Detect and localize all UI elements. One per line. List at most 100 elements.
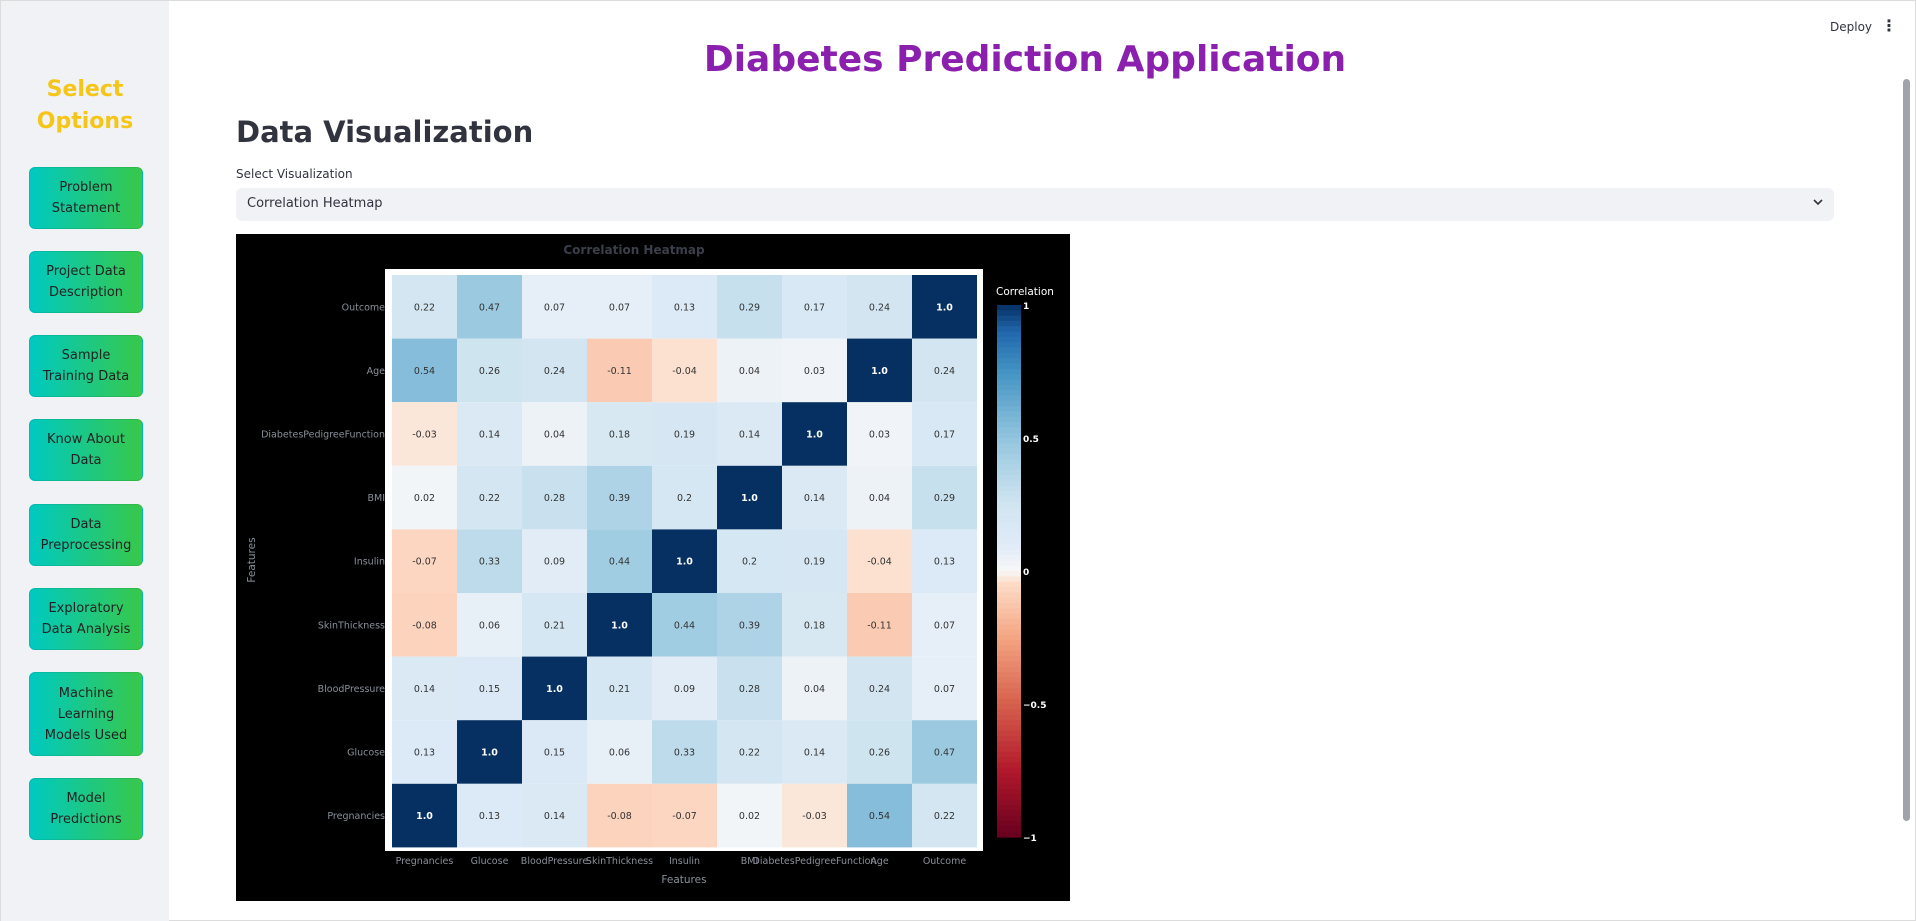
colorbar-segment bbox=[997, 672, 1021, 678]
colorbar-segment bbox=[997, 464, 1021, 471]
colorbar-segment bbox=[997, 443, 1021, 450]
app-window: Select Options Problem Statement Project… bbox=[0, 0, 1916, 921]
heatmap-cell-label: -0.11 bbox=[867, 620, 892, 631]
heatmap-cell-label: 1.0 bbox=[416, 811, 433, 822]
heatmap-cell-label: 0.22 bbox=[479, 493, 500, 504]
x-axis-title: Features bbox=[661, 874, 706, 886]
colorbar-segment bbox=[997, 634, 1021, 641]
colorbar-segment bbox=[997, 693, 1021, 700]
colorbar-segment bbox=[997, 379, 1021, 386]
heatmap-cell-label: 0.54 bbox=[869, 811, 890, 822]
colorbar-segment bbox=[997, 645, 1021, 652]
colorbar-segment bbox=[997, 438, 1021, 444]
heatmap-cell-label: -0.07 bbox=[412, 557, 437, 568]
colorbar-segment bbox=[997, 384, 1021, 391]
y-tick-label: BloodPressure bbox=[318, 684, 386, 695]
colorbar-segment bbox=[997, 581, 1021, 588]
heatmap-cell-label: 0.06 bbox=[479, 620, 500, 631]
sidebar-item-data-preprocessing[interactable]: Data Preprocessing bbox=[29, 504, 143, 566]
colorbar-segment bbox=[997, 331, 1021, 338]
heatmap-cell-label: 0.24 bbox=[544, 366, 565, 377]
section-title: Data Visualization bbox=[236, 115, 534, 149]
colorbar-segment bbox=[997, 810, 1021, 817]
main-scrollbar[interactable] bbox=[1903, 79, 1910, 821]
sidebar-item-model-predictions[interactable]: Model Predictions bbox=[29, 778, 143, 840]
colorbar-segment bbox=[997, 789, 1021, 796]
sidebar-item-sample-training-data[interactable]: Sample Training Data bbox=[29, 335, 143, 397]
colorbar-segment bbox=[997, 448, 1021, 455]
colorbar-segment bbox=[997, 374, 1021, 381]
heatmap-cell-label: 0.07 bbox=[544, 302, 565, 313]
colorbar-segment bbox=[997, 512, 1021, 519]
heatmap-cell-label: -0.03 bbox=[802, 811, 827, 822]
colorbar-segment bbox=[997, 783, 1021, 790]
heatmap-cell-label: 0.28 bbox=[544, 493, 565, 504]
colorbar-segment bbox=[997, 586, 1021, 593]
heatmap-cell-label: 0.39 bbox=[609, 493, 630, 504]
colorbar-segment bbox=[997, 539, 1021, 545]
heatmap-cell-label: 0.26 bbox=[479, 366, 500, 377]
heatmap-cell-label: 1.0 bbox=[806, 430, 823, 441]
heatmap-cell-label: 0.44 bbox=[674, 620, 695, 631]
sidebar-item-project-data-description[interactable]: Project Data Description bbox=[29, 251, 143, 313]
heatmap-cell-label: 0.15 bbox=[479, 684, 500, 695]
colorbar-segment bbox=[997, 416, 1021, 423]
colorbar-segment bbox=[997, 469, 1021, 476]
sidebar-item-know-about-data[interactable]: Know About Data bbox=[29, 419, 143, 481]
colorbar-segment bbox=[997, 411, 1021, 418]
heatmap-cell-label: 0.19 bbox=[674, 430, 695, 441]
vertical-dots-icon[interactable]: ⋮ bbox=[1881, 16, 1897, 35]
sidebar-item-machine-learning-models[interactable]: Machine Learning Models Used bbox=[29, 672, 143, 756]
colorbar-segment bbox=[997, 571, 1021, 577]
colorbar-segment bbox=[997, 597, 1021, 604]
x-tick-label: Outcome bbox=[923, 856, 967, 867]
heatmap-cell-label: 0.14 bbox=[804, 493, 825, 504]
heatmap-cell-label: 0.14 bbox=[544, 811, 565, 822]
deploy-button[interactable]: Deploy bbox=[1830, 20, 1872, 34]
colorbar-segment bbox=[997, 406, 1021, 412]
heatmap-cell-label: 0.33 bbox=[479, 557, 500, 568]
heatmap-cell-label: 0.24 bbox=[869, 684, 890, 695]
heatmap-cell-label: 0.07 bbox=[934, 620, 955, 631]
heatmap-cell-label: 0.21 bbox=[544, 620, 565, 631]
colorbar-segment bbox=[997, 517, 1021, 524]
colorbar-tick-label: 0.5 bbox=[1023, 435, 1039, 445]
colorbar-segment bbox=[997, 805, 1021, 811]
colorbar-segment bbox=[997, 555, 1021, 561]
colorbar-segment bbox=[997, 528, 1021, 535]
colorbar-segment bbox=[997, 778, 1021, 785]
colorbar-segment bbox=[997, 336, 1021, 343]
colorbar-segment bbox=[997, 799, 1021, 806]
colorbar-segment bbox=[997, 661, 1021, 668]
heatmap-cell-label: 0.47 bbox=[934, 748, 955, 759]
colorbar-segment bbox=[997, 453, 1021, 460]
heatmap-cell-label: 0.04 bbox=[544, 430, 565, 441]
heatmap-cell-label: 1.0 bbox=[936, 302, 953, 313]
colorbar-segment bbox=[997, 326, 1021, 333]
colorbar-segment bbox=[997, 815, 1021, 822]
colorbar-segment bbox=[997, 576, 1021, 583]
heatmap-cell-label: 0.22 bbox=[934, 811, 955, 822]
y-tick-label: Glucose bbox=[347, 748, 385, 759]
heatmap-cell-label: -0.08 bbox=[412, 620, 437, 631]
colorbar-segment bbox=[997, 682, 1021, 689]
heatmap-cell-label: 0.14 bbox=[739, 430, 760, 441]
colorbar-segment bbox=[997, 459, 1021, 466]
heatmap-cell-label: 0.28 bbox=[739, 684, 760, 695]
heatmap-cell-label: 0.02 bbox=[414, 493, 435, 504]
sidebar-item-problem-statement[interactable]: Problem Statement bbox=[29, 167, 143, 229]
colorbar-segment bbox=[997, 352, 1021, 359]
colorbar-segment bbox=[997, 613, 1021, 620]
heatmap-cell-label: 0.24 bbox=[934, 366, 955, 377]
visualization-select[interactable]: Correlation Heatmap bbox=[236, 188, 1834, 221]
heatmap-cell-label: 0.17 bbox=[934, 430, 955, 441]
colorbar-segment bbox=[997, 725, 1021, 732]
heatmap-cell-label: 0.22 bbox=[739, 748, 760, 759]
heatmap-cell-label: 1.0 bbox=[611, 620, 628, 631]
colorbar-segment bbox=[997, 427, 1021, 434]
heatmap-cell-label: -0.03 bbox=[412, 430, 437, 441]
heatmap-cell-label: 0.06 bbox=[609, 748, 630, 759]
sidebar-item-exploratory-data-analysis[interactable]: Exploratory Data Analysis bbox=[29, 588, 143, 650]
heatmap-cell-label: 0.44 bbox=[609, 557, 630, 568]
colorbar-segment bbox=[997, 305, 1021, 311]
